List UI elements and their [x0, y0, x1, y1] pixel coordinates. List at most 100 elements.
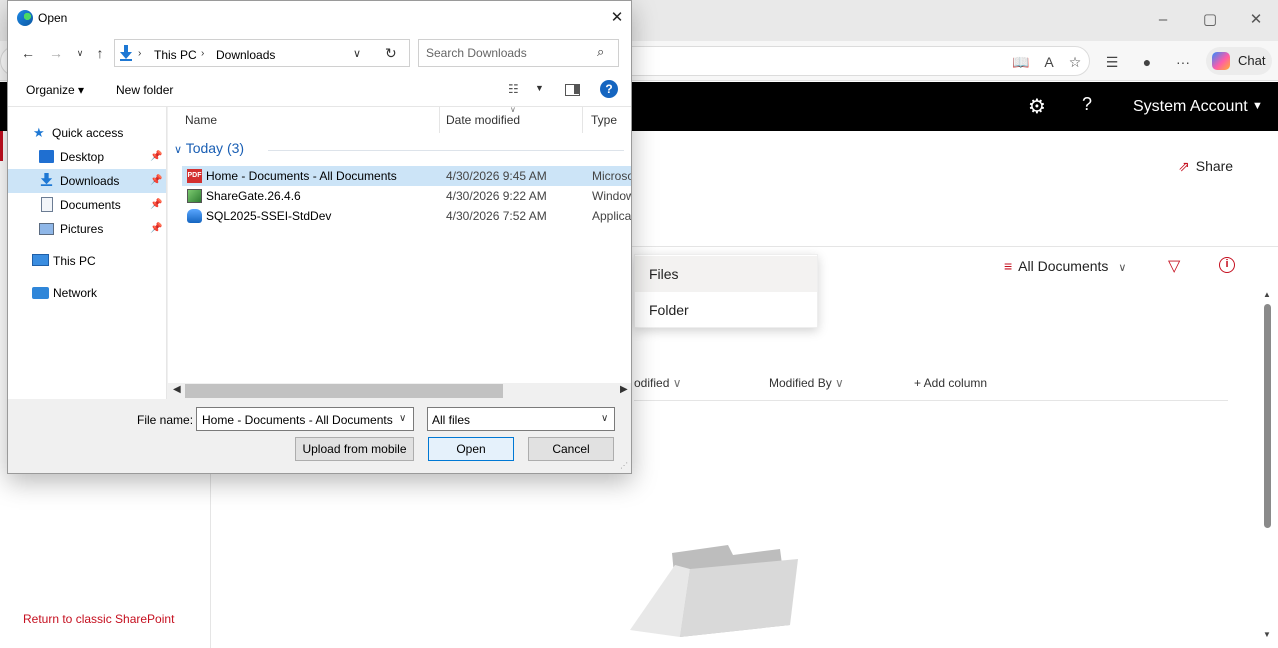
cancel-button[interactable]: Cancel: [528, 437, 614, 461]
forward-arrow-icon[interactable]: →: [46, 43, 66, 63]
horizontal-scrollbar-thumb[interactable]: [185, 384, 503, 398]
share-label: Share: [1195, 158, 1234, 174]
search-icon[interactable]: ⌕: [597, 44, 604, 60]
return-classic-link[interactable]: Return to classic SharePoint: [23, 612, 174, 626]
downloads-icon: [40, 173, 53, 186]
nav-downloads[interactable]: Downloads 📌: [8, 169, 166, 193]
upload-files-item[interactable]: Files: [635, 256, 817, 292]
pin-icon[interactable]: 📌: [150, 217, 162, 241]
resize-grip-icon[interactable]: ⋰: [620, 461, 628, 470]
settings-gear-icon[interactable]: ⚙: [1028, 94, 1046, 119]
scroll-left-arrow-icon[interactable]: ◀: [173, 384, 181, 395]
group-header-today[interactable]: ∨ Today (3): [174, 140, 244, 156]
info-icon[interactable]: i: [1219, 257, 1235, 273]
documents-icon: [41, 197, 53, 212]
view-switcher[interactable]: ≡ All Documents ∨: [1004, 258, 1126, 274]
file-name: Home - Documents - All Documents: [206, 169, 397, 183]
profile-icon[interactable]: ●: [1136, 51, 1158, 73]
desktop-icon: [39, 150, 54, 163]
column-name[interactable]: Name: [185, 113, 217, 127]
upload-folder-item[interactable]: Folder: [635, 292, 817, 328]
nav-network-label: Network: [53, 286, 98, 300]
file-row[interactable]: PDF Home - Documents - All Documents 4/3…: [182, 166, 631, 186]
chevron-down-icon[interactable]: ∨: [353, 47, 361, 60]
column-type[interactable]: Type: [591, 113, 617, 127]
chevron-down-icon: ∨: [835, 376, 844, 390]
star-icon: ★: [33, 125, 45, 140]
search-box[interactable]: ⌕: [418, 39, 619, 67]
pin-icon[interactable]: 📌: [150, 169, 162, 193]
file-row[interactable]: SQL2025-SSEI-StdDev 4/30/2026 7:52 AM Ap…: [182, 206, 631, 226]
share-button[interactable]: ⇗ Share: [1178, 158, 1233, 175]
chevron-down-icon: ∨: [672, 376, 682, 390]
up-arrow-icon[interactable]: ↑: [90, 43, 110, 63]
preview-pane-icon[interactable]: [565, 84, 580, 96]
copilot-chat-button[interactable]: Chat: [1206, 47, 1272, 75]
search-input[interactable]: [426, 45, 586, 61]
nav-documents[interactable]: Documents 📌: [8, 193, 166, 217]
file-name: SQL2025-SSEI-StdDev: [206, 209, 332, 223]
upload-from-mobile-button[interactable]: Upload from mobile: [295, 437, 414, 461]
dialog-title: Open: [38, 11, 68, 25]
column-divider: [439, 107, 440, 133]
copilot-icon: [1212, 52, 1230, 70]
breadcrumb[interactable]: › This PC › Downloads ∨ ↻: [114, 39, 410, 67]
chevron-down-icon[interactable]: ▼: [535, 83, 544, 93]
file-row[interactable]: ShareGate.26.4.6 4/30/2026 9:22 AM Windo…: [182, 186, 631, 206]
favorites-icon[interactable]: ☰: [1101, 51, 1123, 73]
view-options-icon[interactable]: ☷: [508, 82, 519, 96]
recent-locations-icon[interactable]: ∨: [70, 43, 90, 63]
nav-network[interactable]: Network: [8, 281, 166, 305]
nav-desktop-label: Desktop: [60, 150, 105, 164]
open-button[interactable]: Open: [428, 437, 514, 461]
chevron-down-icon[interactable]: ▼: [1252, 100, 1263, 112]
column-date-modified[interactable]: Date modified: [446, 113, 520, 127]
file-list: Name ∨ Date modified Type ∨ Today (3) PD…: [168, 107, 631, 383]
minimize-button[interactable]: –: [1153, 10, 1173, 30]
add-column-button[interactable]: + Add column: [914, 376, 987, 390]
breadcrumb-downloads[interactable]: Downloads: [216, 48, 275, 62]
pdf-icon: PDF: [187, 169, 202, 183]
close-window-button[interactable]: ✕: [1246, 10, 1266, 30]
dialog-footer: File name: Home - Documents - All Docume…: [8, 399, 631, 473]
help-icon[interactable]: ?: [1082, 94, 1092, 115]
view-label: All Documents: [1018, 258, 1109, 274]
empty-folder-illustration: [630, 545, 798, 637]
group-header-label: Today (3): [185, 140, 245, 156]
pin-icon[interactable]: 📌: [150, 145, 162, 169]
dialog-help-icon[interactable]: ?: [600, 80, 618, 98]
scroll-down-arrow-icon[interactable]: ▼: [1263, 630, 1271, 639]
more-icon[interactable]: ···: [1172, 51, 1194, 73]
file-type-value: All files: [432, 413, 471, 427]
read-aloud-icon[interactable]: A: [1038, 51, 1060, 73]
filter-icon[interactable]: ▽: [1168, 256, 1180, 276]
column-modified[interactable]: odified ∨: [634, 376, 682, 390]
new-folder-button[interactable]: New folder: [116, 83, 173, 97]
nav-pictures[interactable]: Pictures 📌: [8, 217, 166, 241]
chevron-down-icon[interactable]: ∨: [399, 413, 406, 424]
nav-this-pc[interactable]: This PC: [8, 249, 166, 273]
scroll-right-arrow-icon[interactable]: ▶: [620, 384, 628, 395]
file-date: 4/30/2026 9:45 AM: [446, 169, 547, 183]
horizontal-scrollbar[interactable]: ◀ ▶: [168, 383, 631, 399]
maximize-button[interactable]: ▢: [1200, 10, 1220, 30]
chevron-down-icon: ∨: [601, 413, 609, 424]
pin-icon[interactable]: 📌: [150, 193, 162, 217]
dialog-close-button[interactable]: ✕: [606, 7, 628, 29]
nav-desktop[interactable]: Desktop 📌: [8, 145, 166, 169]
file-type-select[interactable]: All files ∨: [427, 407, 615, 431]
refresh-icon[interactable]: ↻: [385, 45, 397, 62]
immersive-reader-icon[interactable]: 📖: [1010, 51, 1032, 73]
view-list-icon: ≡: [1004, 258, 1013, 274]
organize-menu[interactable]: Organize ▾: [26, 83, 84, 97]
column-modified-by[interactable]: Modified By ∨: [769, 376, 844, 390]
breadcrumb-this-pc[interactable]: This PC: [154, 48, 197, 62]
back-arrow-icon[interactable]: ←: [18, 43, 38, 63]
favorite-star-icon[interactable]: ☆: [1064, 51, 1086, 73]
nav-this-pc-label: This PC: [53, 254, 96, 268]
nav-quick-access[interactable]: ★ Quick access: [8, 121, 166, 145]
scroll-up-arrow-icon[interactable]: ▲: [1263, 290, 1271, 299]
account-name[interactable]: System Account: [1133, 98, 1248, 116]
page-scrollbar-thumb[interactable]: [1264, 304, 1271, 528]
file-name-field[interactable]: Home - Documents - All Documents ∨: [196, 407, 414, 431]
